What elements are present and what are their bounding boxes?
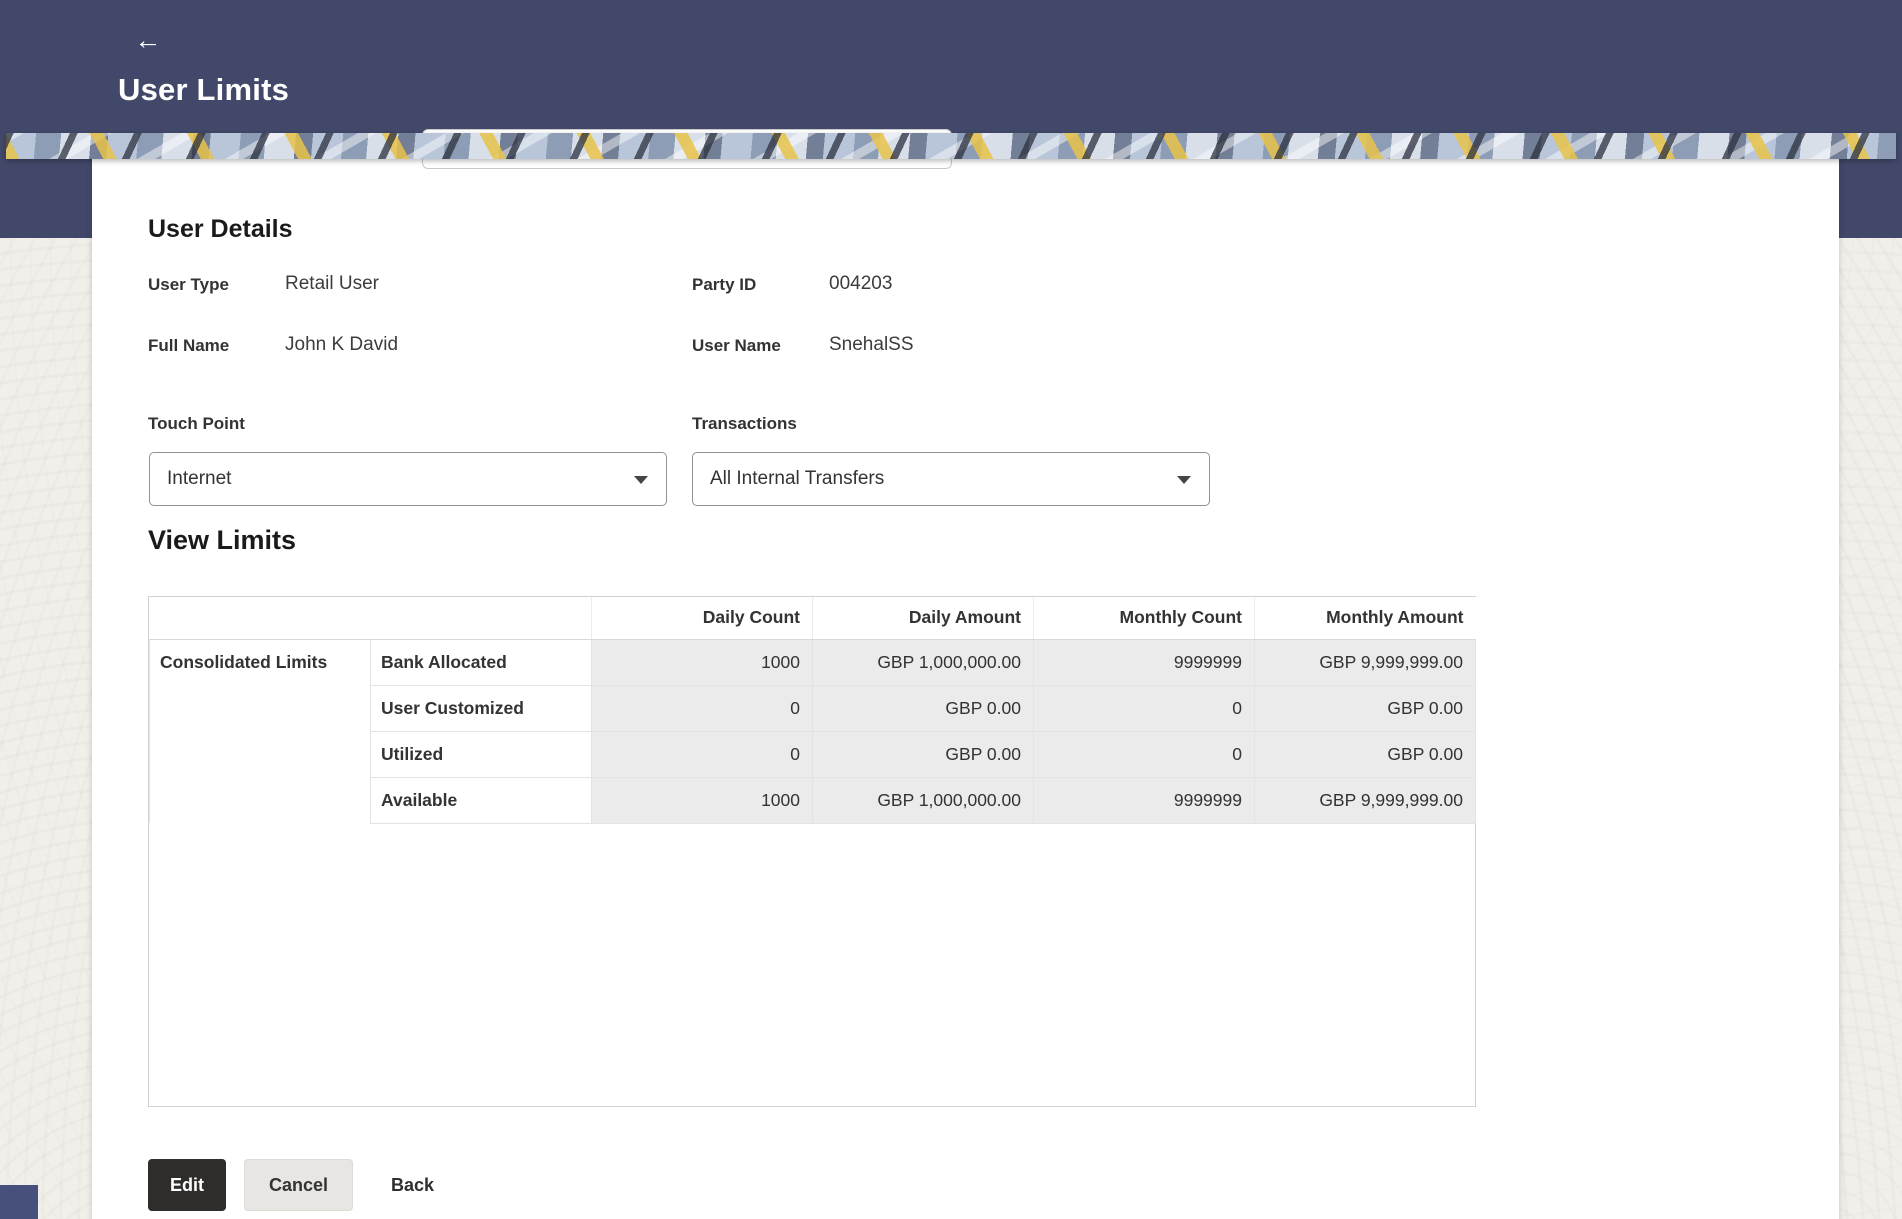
header-monthly-amount: Monthly Amount [1254, 597, 1476, 640]
row-label: Utilized [370, 730, 592, 778]
full-name-value: John K David [285, 334, 399, 355]
transactions-selected-value: All Internal Transfers [710, 468, 885, 489]
table-row: Consolidated Limits Bank Allocated 1000 … [149, 638, 1476, 823]
cell-monthly-count: 0 [1033, 730, 1255, 778]
cell-monthly-count: 0 [1033, 684, 1255, 732]
cell-monthly-amount: GBP 9,999,999.00 [1254, 776, 1476, 824]
action-bar: Edit Cancel Back [148, 1159, 444, 1211]
corner-widget[interactable] [0, 1185, 38, 1219]
party-id-label: Party ID [692, 275, 757, 294]
user-type-value: Retail User [285, 273, 379, 294]
cell-daily-amount: GBP 0.00 [812, 730, 1034, 778]
transactions-select[interactable]: All Internal Transfers [692, 452, 1210, 506]
header-daily-count: Daily Count [591, 597, 813, 640]
cell-daily-amount: GBP 0.00 [812, 684, 1034, 732]
edit-button[interactable]: Edit [148, 1159, 226, 1211]
user-type-label: User Type [148, 275, 229, 294]
touch-point-select[interactable]: Internet [149, 452, 667, 506]
transactions-label: Transactions [692, 414, 797, 433]
touch-point-label: Touch Point [148, 414, 245, 433]
user-details-heading: User Details [148, 215, 293, 243]
chevron-down-icon [634, 476, 648, 484]
cell-daily-count: 1000 [591, 638, 813, 686]
page-title: User Limits [118, 72, 290, 107]
group-label-cell: Consolidated Limits [149, 638, 371, 823]
user-name-label: User Name [692, 336, 781, 355]
cell-daily-amount: GBP 1,000,000.00 [812, 776, 1034, 824]
limits-table-container: Daily Count Daily Amount Monthly Count M… [148, 596, 1476, 1107]
row-label: Bank Allocated [370, 638, 592, 686]
decorative-banner [6, 133, 1896, 159]
full-name-label: Full Name [148, 336, 230, 355]
user-name-value: SnehalSS [829, 334, 914, 355]
row-label: User Customized [370, 684, 592, 732]
cell-daily-count: 0 [591, 684, 813, 732]
back-arrow-icon[interactable]: ← [130, 22, 166, 58]
cell-monthly-count: 9999999 [1033, 638, 1255, 686]
header-blank-cell [149, 597, 592, 640]
cancel-button[interactable]: Cancel [244, 1159, 354, 1211]
cell-monthly-amount: GBP 0.00 [1254, 730, 1476, 778]
row-label: Available [370, 776, 592, 824]
header-daily-amount: Daily Amount [812, 597, 1034, 640]
cell-monthly-amount: GBP 0.00 [1254, 684, 1476, 732]
header-monthly-count: Monthly Count [1033, 597, 1255, 640]
cell-monthly-count: 9999999 [1033, 776, 1255, 824]
content-card: User Details User Type Retail User Party… [92, 129, 1839, 1219]
table-header-row: Daily Count Daily Amount Monthly Count M… [149, 597, 1476, 640]
touch-point-selected-value: Internet [167, 468, 232, 489]
view-limits-heading: View Limits [148, 525, 297, 555]
chevron-down-icon [1177, 476, 1191, 484]
cell-daily-count: 0 [591, 730, 813, 778]
cell-daily-amount: GBP 1,000,000.00 [812, 638, 1034, 686]
limits-table: Daily Count Daily Amount Monthly Count M… [149, 597, 1476, 824]
cell-daily-count: 1000 [591, 776, 813, 824]
cell-monthly-amount: GBP 9,999,999.00 [1254, 638, 1476, 686]
party-id-value: 004203 [829, 273, 893, 294]
back-button[interactable]: Back [381, 1159, 444, 1211]
